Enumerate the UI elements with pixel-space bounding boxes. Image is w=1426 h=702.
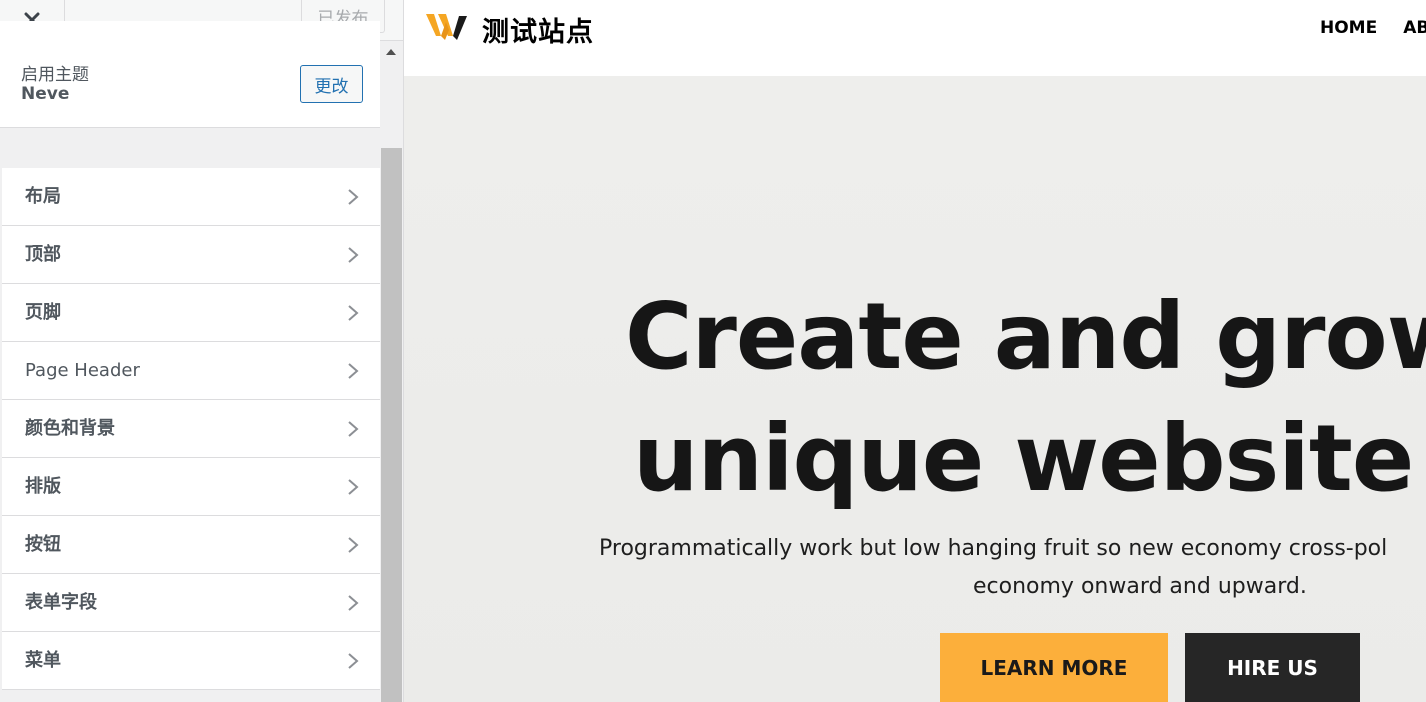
section-buttons[interactable]: 按钮 [2,516,380,574]
section-footer[interactable]: 页脚 [2,284,380,342]
scroll-up-arrow-icon[interactable] [386,49,396,55]
site-preview: 测试站点 HOME AB Create and grow unique websi… [404,0,1426,702]
chevron-right-icon [348,479,359,495]
chevron-right-icon [348,305,359,321]
section-label: 菜单 [25,650,61,671]
customizer-panel: 启用主题 Neve 更改 布局 顶部 页脚 Page Header 颜色和背景 … [0,21,380,702]
chevron-right-icon [348,189,359,205]
change-theme-button[interactable]: 更改 [300,65,363,103]
section-label: Page Header [25,360,140,381]
hero-title-line: unique website t [633,405,1426,512]
section-typography[interactable]: 排版 [2,458,380,516]
section-label: 页脚 [25,302,61,323]
hero-subtitle-line: Programmatically work but low hanging fr… [599,536,1388,561]
hero-title-line: Create and grow [625,283,1426,390]
chevron-right-icon [348,653,359,669]
chevron-right-icon [348,247,359,263]
active-theme-box: 启用主题 Neve 更改 [0,21,380,128]
section-form-fields[interactable]: 表单字段 [2,574,380,632]
section-label: 颜色和背景 [25,418,115,439]
section-menus[interactable]: 菜单 [2,632,380,690]
section-label: 顶部 [25,244,61,265]
hero-subtitle: Programmatically work but low hanging fr… [599,530,1426,606]
section-label: 布局 [25,186,61,207]
customizer-section-list: 布局 顶部 页脚 Page Header 颜色和背景 排版 按钮 表单字段 菜单 [2,168,380,690]
chevron-right-icon [348,595,359,611]
active-theme-label: 启用主题 [21,65,89,85]
neve-w-logo-icon[interactable] [426,12,470,42]
section-layout[interactable]: 布局 [2,168,380,226]
chevron-right-icon [348,537,359,553]
section-label: 按钮 [25,534,61,555]
section-label: 表单字段 [25,592,97,613]
hero-title: Create and grow unique website t [625,276,1426,520]
nav-item-about[interactable]: AB [1403,18,1426,38]
chevron-right-icon [348,421,359,437]
scrollbar-thumb[interactable] [381,148,402,702]
section-label: 排版 [25,476,61,497]
hero-subtitle-line: economy onward and upward. [973,574,1307,599]
nav-item-home[interactable]: HOME [1320,18,1377,38]
site-title[interactable]: 测试站点 [482,10,594,49]
hire-us-button[interactable]: HIRE US [1185,633,1360,702]
section-colors-background[interactable]: 颜色和背景 [2,400,380,458]
section-page-header[interactable]: Page Header [2,342,380,400]
learn-more-button[interactable]: LEARN MORE [940,633,1168,702]
active-theme-name: Neve [21,84,70,104]
site-header: 测试站点 HOME AB [404,0,1426,76]
customizer-sidebar: 已发布 启用主题 Neve 更改 布局 顶部 页脚 Page Header 颜色… [0,0,404,702]
chevron-right-icon [348,363,359,379]
section-header[interactable]: 顶部 [2,226,380,284]
hero-section: Create and grow unique website t Program… [404,76,1426,702]
primary-nav: HOME AB [1320,18,1426,38]
